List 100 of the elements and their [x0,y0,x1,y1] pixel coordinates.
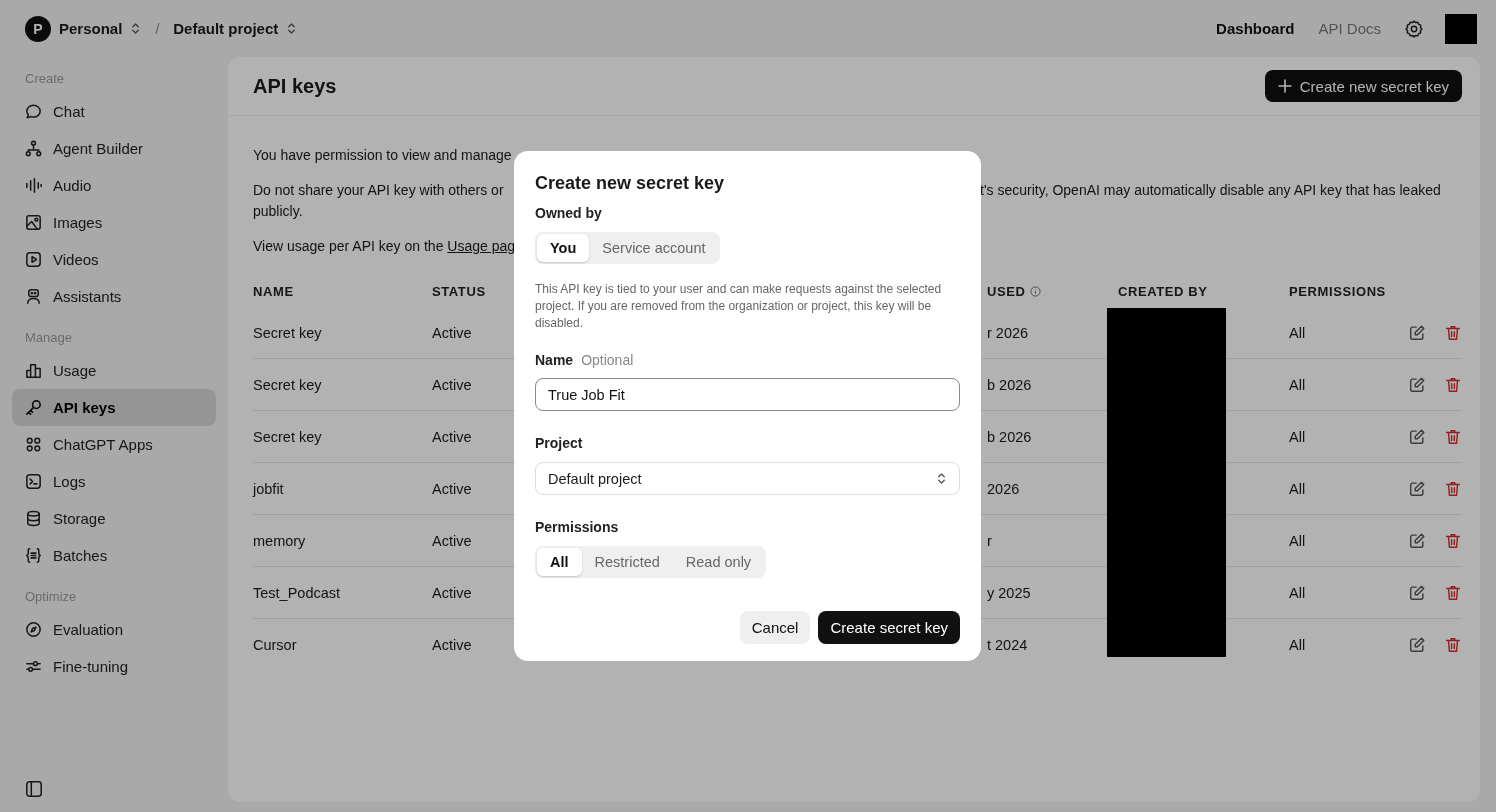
plus-icon [1277,79,1292,93]
sidebar-item[interactable]: Chat [12,93,216,130]
column-header: STATUS [432,283,486,299]
edit-icon[interactable] [1408,323,1426,342]
segment-option[interactable]: All [537,548,582,576]
table-cell: Active [432,376,472,393]
edit-icon[interactable] [1408,531,1426,550]
segment-option[interactable]: Service account [589,234,719,262]
segment-option[interactable]: Restricted [581,548,673,576]
usage-note: View usage per API key on the Usage pag [253,237,516,256]
image-icon [24,213,43,232]
page-title: API keys [253,74,338,98]
table-cell: All [1289,480,1306,497]
table-cell-text: t 2024 [986,636,1028,653]
terminal-icon [24,472,43,491]
field-label: Permissions [535,518,620,537]
table-cell: Cursor [253,636,297,653]
owner-description: This API key is tied to your user and can make requests against the selected project. If you are removed from the organization or project, this key will be disabled. [535,281,943,332]
table-cell-text: b 2026 [986,428,1032,445]
table-cell: All [1289,532,1306,549]
security-note: publicly. [253,202,303,221]
sidebar-toggle-icon[interactable] [25,780,43,798]
trash-icon[interactable] [1444,583,1462,602]
sidebar-item[interactable]: Logs [12,463,216,500]
permission-note: You have permission to view and manage [253,146,512,165]
chat-bubble-icon [24,102,43,121]
database-icon [24,509,43,528]
edit-icon[interactable] [1408,479,1426,498]
table-cell: Active [432,324,472,341]
play-icon [24,250,43,269]
sidebar-item[interactable]: Images [12,204,216,241]
sidebar-section-title: Optimize [24,588,78,606]
sidebar-section-title: Create [24,70,66,88]
nodes-icon [24,139,43,158]
usage-page-link[interactable]: Usage pag [447,238,516,254]
organization-switcher[interactable]: P Personal [19,11,148,46]
key-icon [24,398,43,417]
table-cell: All [1289,324,1306,341]
sidebar-item[interactable]: Evaluation [12,611,216,648]
robot-icon [24,287,43,306]
nav-link[interactable]: Dashboard [1216,20,1295,37]
sidebar-item[interactable]: Audio [12,167,216,204]
sidebar-item[interactable]: Batches [12,537,216,574]
table-cell: Active [432,636,472,653]
project-select[interactable]: Default project [535,462,960,495]
edit-icon[interactable] [1408,375,1426,394]
trash-icon[interactable] [1444,427,1462,446]
trash-icon[interactable] [1444,531,1462,550]
settings-icon[interactable] [1404,18,1424,39]
segment-option[interactable]: Read only [672,548,765,576]
create-key-button[interactable]: Create new secret key [1264,70,1462,102]
project-switcher[interactable]: Default project [167,16,304,41]
table-cell: Active [432,532,472,549]
field-label: Name [535,351,574,370]
security-note: t's security, OpenAI may automatically disable any API key that has leaked [980,181,1442,200]
bar-chart-icon [24,361,43,380]
edit-icon[interactable] [1408,583,1426,602]
circles-icon [24,435,43,454]
table-cell: Secret key [253,376,322,393]
table-cell: All [1289,428,1306,445]
sidebar-item[interactable]: Videos [12,241,216,278]
edit-icon[interactable] [1408,635,1426,654]
table-cell-text: b 2026 [986,376,1032,393]
chevron-updown-icon [130,21,142,36]
sidebar-item[interactable]: Storage [12,500,216,537]
table-cell: Active [432,428,472,445]
create-button[interactable]: Create secret key [818,611,960,644]
table-cell: Secret key [253,324,322,341]
column-header: PERMISSIONS [1289,283,1386,299]
breadcrumb-separator: / [155,20,160,37]
chevron-updown-icon [936,471,947,486]
table-cell: Active [432,480,472,497]
table-cell: memory [253,532,306,549]
sidebar-item[interactable]: Assistants [12,278,216,315]
cancel-button[interactable]: Cancel [739,611,811,644]
optional-hint: Optional [581,351,634,370]
project-name: Default project [173,20,279,37]
organization-avatar: P [25,15,51,42]
dialog-title: Create new secret key [535,172,726,195]
table-cell: Secret key [253,428,322,445]
security-note: Do not share your API key with others or [253,181,504,200]
field-label: Project [535,434,584,453]
sidebar-item[interactable]: Agent Builder [12,130,216,167]
trash-icon[interactable] [1444,375,1462,394]
trash-icon[interactable] [1444,635,1462,654]
sidebar-item[interactable]: Usage [12,352,216,389]
name-input[interactable]: True Job Fit [535,378,960,411]
braces-icon [24,546,43,565]
compass-icon [24,620,43,639]
sidebar-item[interactable]: ChatGPT Apps [12,426,216,463]
sidebar-item[interactable]: API keys [12,389,216,426]
table-cell: All [1289,636,1306,653]
segment-option[interactable]: You [537,234,590,262]
table-cell-text: y 2025 [986,584,1031,601]
trash-icon[interactable] [1444,323,1462,342]
organization-name: Personal [59,20,123,37]
edit-icon[interactable] [1408,427,1426,446]
trash-icon[interactable] [1444,479,1462,498]
sidebar-item[interactable]: Fine-tuning [12,648,216,685]
redacted-block [1445,13,1477,44]
